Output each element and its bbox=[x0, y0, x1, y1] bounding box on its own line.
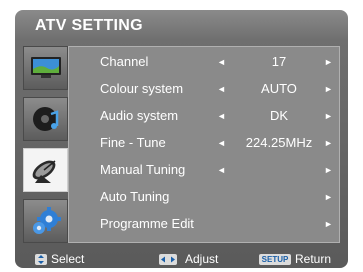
updown-key-icon bbox=[35, 254, 47, 265]
right-arrow-icon[interactable]: ► bbox=[324, 186, 333, 208]
row-label: Fine - Tune bbox=[100, 135, 166, 150]
atv-setting-panel: ATV SETTING Channel ◄ 17 ► Colour system… bbox=[15, 10, 348, 268]
right-arrow-icon[interactable]: ► bbox=[324, 213, 333, 235]
right-arrow-icon[interactable]: ► bbox=[324, 159, 333, 181]
leftright-key-icon bbox=[159, 254, 177, 265]
right-arrow-icon[interactable]: ► bbox=[324, 51, 333, 73]
sidebar-tab-audio[interactable] bbox=[23, 97, 68, 141]
adjust-label: Adjust bbox=[185, 252, 219, 266]
row-label: Channel bbox=[100, 54, 149, 69]
sidebar bbox=[23, 46, 68, 243]
sidebar-tab-setup[interactable] bbox=[23, 199, 68, 243]
row-fine-tune[interactable]: Fine - Tune ◄ 224.25MHz ► bbox=[69, 132, 339, 154]
left-arrow-icon[interactable]: ◄ bbox=[217, 78, 226, 100]
footer-hints: Select Adjust SETUP Return bbox=[15, 250, 348, 268]
sidebar-tab-channel[interactable] bbox=[23, 148, 68, 192]
row-value: DK bbox=[269, 108, 289, 123]
right-arrow-icon[interactable]: ► bbox=[324, 132, 333, 154]
tv-icon bbox=[30, 57, 61, 78]
right-arrow-icon[interactable]: ► bbox=[324, 105, 333, 127]
row-auto-tuning[interactable]: Auto Tuning ► bbox=[69, 186, 339, 208]
gears-icon bbox=[32, 207, 61, 234]
row-channel[interactable]: Channel ◄ 17 ► bbox=[69, 51, 339, 73]
audio-disc-icon bbox=[32, 107, 58, 131]
left-arrow-icon[interactable]: ◄ bbox=[217, 132, 226, 154]
settings-list: Channel ◄ 17 ► Colour system ◄ AUTO ► Au… bbox=[68, 46, 340, 243]
left-arrow-icon[interactable]: ◄ bbox=[217, 105, 226, 127]
row-audio-system[interactable]: Audio system ◄ DK ► bbox=[69, 105, 339, 127]
left-arrow-icon[interactable]: ◄ bbox=[217, 51, 226, 73]
left-arrow-icon[interactable]: ◄ bbox=[217, 159, 226, 181]
row-programme-edit[interactable]: Programme Edit ► bbox=[69, 213, 339, 235]
row-label: Manual Tuning bbox=[100, 162, 186, 177]
row-label: Auto Tuning bbox=[100, 189, 170, 204]
satellite-dish-icon bbox=[32, 160, 55, 183]
row-label: Programme Edit bbox=[100, 216, 194, 231]
row-value: 17 bbox=[271, 54, 287, 69]
row-colour-system[interactable]: Colour system ◄ AUTO ► bbox=[69, 78, 339, 100]
sidebar-tab-picture[interactable] bbox=[23, 46, 68, 90]
row-label: Colour system bbox=[100, 81, 184, 96]
return-label: Return bbox=[295, 252, 332, 266]
row-value: 224.25MHz bbox=[245, 135, 313, 150]
row-manual-tuning[interactable]: Manual Tuning ◄ ► bbox=[69, 159, 339, 181]
row-label: Audio system bbox=[100, 108, 179, 123]
menu-title: ATV SETTING bbox=[35, 17, 143, 34]
right-arrow-icon[interactable]: ► bbox=[324, 78, 333, 100]
row-value: AUTO bbox=[261, 81, 297, 96]
select-label: Select bbox=[51, 252, 85, 266]
setup-key: SETUP bbox=[259, 254, 291, 265]
